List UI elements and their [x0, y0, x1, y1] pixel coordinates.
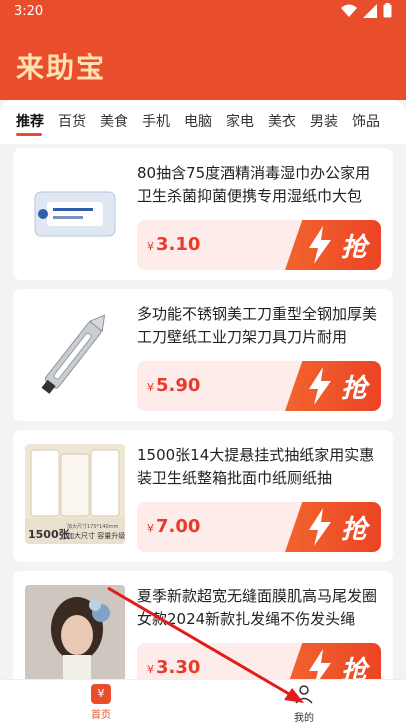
price-bar: ¥3.10 抢	[137, 220, 381, 270]
grab-button[interactable]: 抢	[285, 643, 381, 679]
product-list[interactable]: 80抽含75度酒精消毒湿巾办公家用卫生杀菌抑菌便携专用湿纸巾大包 ¥3.10 抢…	[0, 144, 406, 679]
product-card[interactable]: 夏季新款超宽无缝面膜肌高马尾发圈女款2024新款扎发绳不伤发头绳 ¥3.30 抢	[13, 571, 393, 679]
grab-button-label: 抢	[340, 374, 367, 404]
product-price: ¥3.10	[147, 234, 201, 255]
grab-button[interactable]: 抢	[285, 502, 381, 552]
product-name: 夏季新款超宽无缝面膜肌高马尾发圈女款2024新款扎发绳不伤发头绳	[137, 587, 378, 628]
product-name: 80抽含75度酒精消毒湿巾办公家用卫生杀菌抑菌便携专用湿纸巾大包	[137, 164, 371, 205]
tab-food[interactable]: 美食	[100, 100, 142, 144]
category-tabs: 推荐 百货 美食 手机 电脑 家电 美衣 男装 饰品	[0, 100, 406, 144]
status-bar: 3:20	[0, 0, 406, 24]
tab-general-goods[interactable]: 百货	[58, 100, 100, 144]
lightning-icon	[309, 649, 331, 679]
product-image	[25, 303, 125, 403]
nav-home[interactable]: ¥ 首页	[71, 684, 131, 721]
nav-mine-label: 我的	[294, 713, 314, 723]
tab-computers[interactable]: 电脑	[184, 100, 226, 144]
product-price: ¥3.30	[147, 657, 201, 678]
tab-recommend[interactable]: 推荐	[16, 100, 58, 144]
tab-phones[interactable]: 手机	[142, 100, 184, 144]
price-bar: ¥7.00 抢	[137, 502, 381, 552]
grab-button-label: 抢	[340, 515, 367, 545]
tab-womens-clothing[interactable]: 美衣	[268, 100, 310, 144]
status-time: 3:20	[14, 4, 44, 19]
thumb-count-text: 1500张	[28, 527, 71, 541]
product-image: 1500张 加大尺寸 容量升级 加大尺寸175*140mm	[25, 444, 125, 544]
grab-button-label: 抢	[340, 233, 367, 263]
nav-mine[interactable]: 我的	[274, 684, 334, 723]
app-header: 来助宝	[0, 24, 406, 100]
status-icons	[341, 3, 392, 18]
wifi-icon	[341, 4, 357, 17]
product-name: 1500张14大提悬挂式抽纸家用实惠装卫生纸整箱批面巾纸厕纸抽	[137, 446, 375, 487]
product-image	[25, 585, 125, 679]
app-title: 来助宝	[16, 51, 107, 84]
product-price: ¥5.90	[147, 375, 201, 396]
nav-home-label: 首页	[91, 710, 111, 721]
price-bar: ¥3.30 抢	[137, 643, 381, 679]
lightning-icon	[309, 508, 331, 546]
grab-button[interactable]: 抢	[285, 220, 381, 270]
product-card[interactable]: 80抽含75度酒精消毒湿巾办公家用卫生杀菌抑菌便携专用湿纸巾大包 ¥3.10 抢	[13, 148, 393, 280]
grab-button[interactable]: 抢	[285, 361, 381, 411]
lightning-icon	[309, 367, 331, 405]
thumb-size-text: 加大尺寸175*140mm	[67, 523, 118, 530]
signal-icon	[363, 3, 377, 18]
product-image	[25, 162, 125, 262]
product-card[interactable]: 多功能不锈钢美工刀重型全钢加厚美工刀壁纸工业刀架刀具刀片耐用 ¥5.90 抢	[13, 289, 393, 421]
bottom-navigation: ¥ 首页 我的	[0, 679, 406, 723]
tab-appliances[interactable]: 家电	[226, 100, 268, 144]
thumb-caption-text: 加大尺寸 容量升级	[67, 531, 125, 540]
home-icon: ¥	[91, 684, 111, 704]
lightning-icon	[309, 226, 331, 264]
user-icon	[295, 685, 313, 704]
grab-button-label: 抢	[340, 656, 367, 679]
price-bar: ¥5.90 抢	[137, 361, 381, 411]
tab-accessories[interactable]: 饰品	[352, 100, 394, 144]
battery-icon	[383, 3, 392, 18]
product-price: ¥7.00	[147, 516, 201, 537]
product-card[interactable]: 1500张 加大尺寸 容量升级 加大尺寸175*140mm 1500张14大提悬…	[13, 430, 393, 562]
product-name: 多功能不锈钢美工刀重型全钢加厚美工刀壁纸工业刀架刀具刀片耐用	[137, 305, 378, 346]
tab-mens-clothing[interactable]: 男装	[310, 100, 352, 144]
